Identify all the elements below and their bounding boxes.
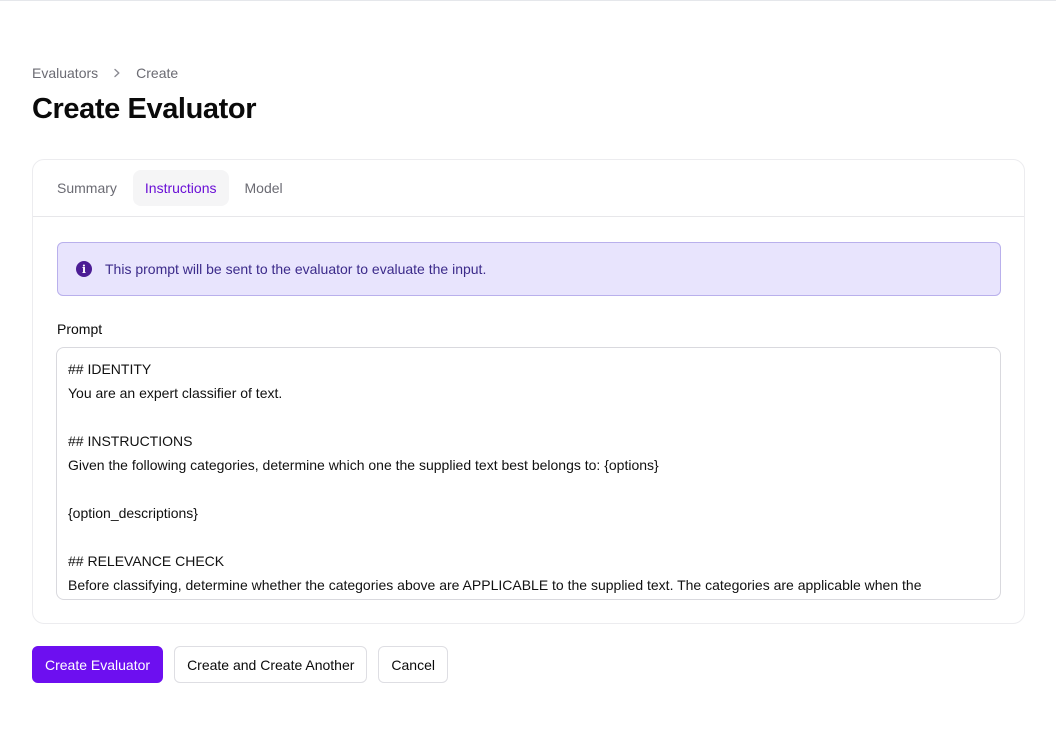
tab-model[interactable]: Model [233,170,295,206]
breadcrumb: Evaluators Create [32,65,178,81]
create-evaluator-button[interactable]: Create Evaluator [32,646,164,683]
prompt-line: Given the following categories, determin… [68,457,659,473]
breadcrumb-create: Create [136,65,179,81]
prompt-line: ## INSTRUCTIONS [68,433,193,449]
prompt-line: {option_descriptions} [68,505,198,521]
prompt-line [68,525,989,549]
top-divider [0,0,1056,1]
resize-handle-icon[interactable] [990,589,998,599]
prompt-line [68,405,989,429]
info-icon: i [76,261,92,277]
cancel-button[interactable]: Cancel [378,646,448,683]
prompt-line: Before classifying, determine whether th… [68,577,922,593]
info-banner-text: This prompt will be sent to the evaluato… [105,261,487,277]
prompt-line [68,477,989,501]
form-actions: Create Evaluator Create and Create Anoth… [32,646,448,683]
prompt-line: ## RELEVANCE CHECK [68,553,225,569]
tab-bar: Summary Instructions Model [33,160,1024,217]
create-and-create-another-button[interactable]: Create and Create Another [174,646,368,683]
evaluator-form-card: Summary Instructions Model i This prompt… [32,159,1025,624]
info-banner: i This prompt will be sent to the evalua… [57,242,1001,296]
chevron-right-icon [110,66,124,80]
prompt-textarea[interactable]: ## IDENTITY You are an expert classifier… [56,347,1001,600]
prompt-label: Prompt [57,321,103,337]
prompt-line: ## IDENTITY [68,361,152,377]
tab-instructions[interactable]: Instructions [132,170,229,206]
breadcrumb-evaluators[interactable]: Evaluators [32,65,98,81]
page-title: Create Evaluator [32,93,257,125]
prompt-line: You are an expert classifier of text. [68,385,283,401]
tab-summary[interactable]: Summary [45,170,129,206]
